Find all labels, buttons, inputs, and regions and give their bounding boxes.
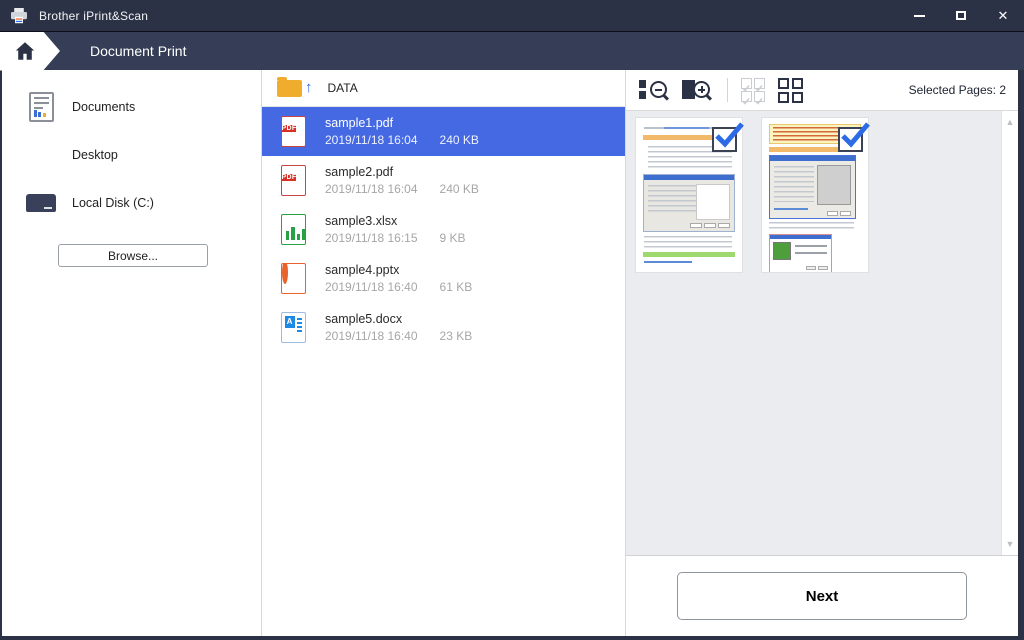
page-title: Document Print: [90, 43, 186, 59]
toolbar-divider: [727, 78, 728, 102]
file-size: 23 KB: [440, 329, 473, 343]
file-name: sample5.docx: [325, 312, 472, 326]
sidebar-item-label: Local Disk (C:): [72, 196, 154, 210]
page-thumbnails-area: ▲ ▼: [626, 111, 1018, 555]
file-date: 2019/11/18 16:04: [325, 133, 418, 147]
file-date: 2019/11/18 16:15: [325, 231, 418, 245]
nav-bar: Document Print: [0, 31, 1024, 70]
file-row-sample2-pdf[interactable]: PDF sample2.pdf 2019/11/18 16:04 240 KB: [262, 156, 625, 205]
zoom-out-button[interactable]: [639, 77, 669, 103]
selected-pages-count: Selected Pages: 2: [909, 83, 1006, 97]
minimize-button[interactable]: [898, 0, 940, 31]
documents-icon: [24, 92, 58, 122]
page-thumbnail-2[interactable]: [761, 117, 869, 273]
docx-file-icon: A: [276, 312, 310, 343]
zoom-in-button[interactable]: [682, 77, 712, 103]
home-button[interactable]: [0, 32, 60, 71]
file-size: 61 KB: [440, 280, 473, 294]
maximize-icon: [956, 11, 966, 20]
pdf-file-icon: PDF: [276, 116, 310, 147]
preview-toolbar: Selected Pages: 2: [626, 70, 1018, 111]
home-icon: [13, 40, 37, 62]
footer-bar: Next: [626, 555, 1018, 636]
zoom-in-icon: [682, 77, 712, 103]
window-controls: ✕: [898, 0, 1024, 31]
file-name: sample1.pdf: [325, 116, 479, 130]
preview-panel: Selected Pages: 2: [626, 70, 1018, 636]
thumbnails-scrollbar[interactable]: ▲ ▼: [1001, 111, 1018, 555]
sidebar-item-documents[interactable]: Documents: [2, 83, 261, 131]
desktop-icon: [24, 143, 58, 167]
file-row-sample5-docx[interactable]: A sample5.docx 2019/11/18 16:40 23 KB: [262, 303, 625, 352]
file-row-sample4-pptx[interactable]: sample4.pptx 2019/11/18 16:40 61 KB: [262, 254, 625, 303]
title-bar: Brother iPrint&Scan ✕: [0, 0, 1024, 31]
pdf-file-icon: PDF: [276, 165, 310, 196]
file-name: sample2.pdf: [325, 165, 479, 179]
locations-sidebar: Documents Desktop Local Disk (C:) Browse…: [2, 70, 262, 636]
app-title: Brother iPrint&Scan: [39, 9, 148, 23]
page-thumbnail-1[interactable]: [635, 117, 743, 273]
check-icon: [841, 121, 871, 151]
current-folder-name: DATA: [328, 81, 358, 95]
printer-icon: [9, 8, 29, 24]
select-all-checkboxes-icon: [741, 78, 765, 102]
app-window: Brother iPrint&Scan ✕ Document Print: [0, 0, 1024, 640]
file-size: 240 KB: [440, 133, 479, 147]
file-date: 2019/11/18 16:40: [325, 280, 418, 294]
minimize-icon: [914, 15, 925, 17]
folder-up-icon: [277, 80, 302, 97]
next-button[interactable]: Next: [677, 572, 967, 620]
browse-button[interactable]: Browse...: [58, 244, 208, 267]
file-date: 2019/11/18 16:04: [325, 182, 418, 196]
folder-up-row[interactable]: ↑ DATA: [262, 70, 625, 107]
main-content: Documents Desktop Local Disk (C:) Browse…: [2, 70, 1018, 636]
check-icon: [715, 121, 745, 151]
sidebar-item-label: Desktop: [72, 148, 118, 162]
xlsx-file-icon: [276, 214, 310, 245]
file-list-panel: ↑ DATA PDF sample1.pdf 2019/11/18 16:04 2…: [262, 70, 626, 636]
sidebar-item-local-disk[interactable]: Local Disk (C:): [2, 179, 261, 227]
pptx-file-icon: [276, 263, 310, 294]
file-name: sample4.pptx: [325, 263, 472, 277]
file-row-sample3-xlsx[interactable]: sample3.xlsx 2019/11/18 16:15 9 KB: [262, 205, 625, 254]
file-size: 9 KB: [440, 231, 466, 245]
file-size: 240 KB: [440, 182, 479, 196]
file-row-sample1-pdf[interactable]: PDF sample1.pdf 2019/11/18 16:04 240 KB: [262, 107, 625, 156]
scroll-down-arrow[interactable]: ▼: [1002, 539, 1018, 549]
scroll-up-arrow[interactable]: ▲: [1002, 117, 1018, 127]
maximize-button[interactable]: [940, 0, 982, 31]
sidebar-item-desktop[interactable]: Desktop: [2, 131, 261, 179]
select-all-pages-button[interactable]: [741, 78, 765, 102]
page-1-checkbox[interactable]: [712, 127, 737, 152]
close-icon: ✕: [998, 8, 1009, 24]
disk-icon: [24, 194, 58, 212]
grid-view-button[interactable]: [778, 78, 803, 103]
file-name: sample3.xlsx: [325, 214, 466, 228]
close-button[interactable]: ✕: [982, 0, 1024, 31]
sidebar-item-label: Documents: [72, 100, 135, 114]
grid-view-icon: [778, 78, 803, 103]
page-2-checkbox[interactable]: [838, 127, 863, 152]
up-arrow-icon: ↑: [305, 79, 313, 96]
zoom-out-icon: [639, 77, 669, 103]
file-date: 2019/11/18 16:40: [325, 329, 418, 343]
